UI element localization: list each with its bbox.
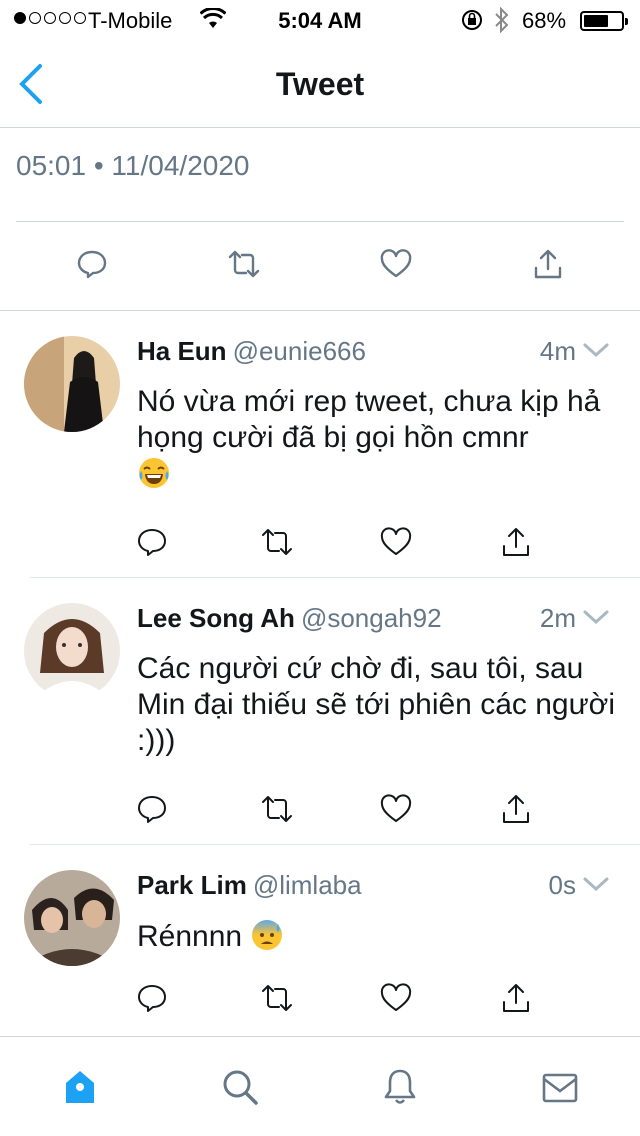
retweet-icon[interactable] — [257, 789, 297, 829]
status-bar: T-Mobile 5:04 AM 68% — [0, 0, 640, 40]
reply-text-content: Nó vừa mới rep tweet, chưa kịp hả họng c… — [137, 385, 601, 454]
reply-time: 2m — [539, 603, 576, 633]
reply-action-bar — [0, 789, 640, 829]
reply-time: 4m — [539, 336, 576, 366]
section-divider — [0, 310, 640, 311]
page-title: Tweet — [275, 66, 365, 102]
like-icon[interactable] — [376, 244, 416, 284]
retweet-icon[interactable] — [257, 522, 297, 562]
search-icon[interactable] — [218, 1065, 262, 1109]
navigation-bar: Tweet — [0, 40, 640, 128]
reply-icon[interactable] — [132, 789, 172, 829]
retweet-icon[interactable] — [257, 978, 297, 1018]
battery-icon — [580, 11, 628, 31]
notifications-icon[interactable] — [378, 1065, 422, 1109]
bluetooth-icon — [494, 6, 510, 40]
reply-item[interactable]: Lee Song Ah @songah92 2m Các người cứ chờ… — [0, 603, 640, 843]
reply-time: 0s — [548, 870, 576, 900]
reply-header: Lee Song Ah @songah92 — [137, 603, 442, 634]
tab-bar — [0, 1036, 640, 1136]
tears-of-joy-emoji-icon — [137, 456, 171, 490]
share-icon[interactable] — [496, 789, 536, 829]
row-divider — [30, 844, 640, 845]
reply-icon[interactable] — [132, 522, 172, 562]
tweet-action-bar — [0, 222, 640, 310]
avatar[interactable] — [24, 870, 120, 966]
user-handle[interactable]: @eunie666 — [233, 336, 366, 366]
like-icon[interactable] — [376, 522, 416, 562]
reply-item[interactable]: Park Lim @limlaba 0s Rénnnn — [0, 870, 640, 1030]
reply-text: Các người cứ chờ đi, sau tôi, sau Min đạ… — [137, 652, 616, 757]
row-divider — [30, 577, 640, 578]
reply-header: Park Lim @limlaba — [137, 870, 362, 901]
reply-icon[interactable] — [132, 978, 172, 1018]
display-name[interactable]: Park Lim — [137, 870, 247, 900]
reply-item[interactable]: Ha Eun @eunie666 4m Nó vừa mới rep tweet,… — [0, 336, 640, 576]
retweet-icon[interactable] — [224, 244, 264, 284]
reply-text: Nó vừa mới rep tweet, chưa kịp hả họng c… — [137, 384, 617, 493]
reply-text-content: Rénnnn — [137, 920, 243, 953]
user-handle[interactable]: @limlaba — [253, 870, 362, 900]
chevron-down-icon[interactable] — [582, 874, 610, 894]
share-icon[interactable] — [528, 244, 568, 284]
reply-action-bar — [0, 522, 640, 562]
avatar[interactable] — [24, 336, 120, 432]
reply-icon[interactable] — [72, 244, 112, 284]
share-icon[interactable] — [496, 522, 536, 562]
rotation-lock-icon — [460, 8, 484, 38]
messages-icon[interactable] — [538, 1065, 582, 1109]
anxious-face-with-sweat-emoji-icon — [250, 918, 284, 952]
chevron-down-icon[interactable] — [582, 340, 610, 360]
display-name[interactable]: Ha Eun — [137, 336, 227, 366]
share-icon[interactable] — [496, 978, 536, 1018]
reply-action-bar — [0, 978, 640, 1018]
battery-percent: 68% — [522, 8, 567, 33]
tweet-timestamp: 05:01 • 11/04/2020 — [16, 150, 250, 181]
avatar[interactable] — [24, 603, 120, 699]
user-handle[interactable]: @songah92 — [301, 603, 442, 633]
chevron-down-icon[interactable] — [582, 607, 610, 627]
reply-text: Rénnnn — [137, 918, 617, 955]
like-icon[interactable] — [376, 978, 416, 1018]
home-icon[interactable] — [58, 1065, 102, 1109]
like-icon[interactable] — [376, 789, 416, 829]
display-name[interactable]: Lee Song Ah — [137, 603, 295, 633]
reply-header: Ha Eun @eunie666 — [137, 336, 366, 367]
